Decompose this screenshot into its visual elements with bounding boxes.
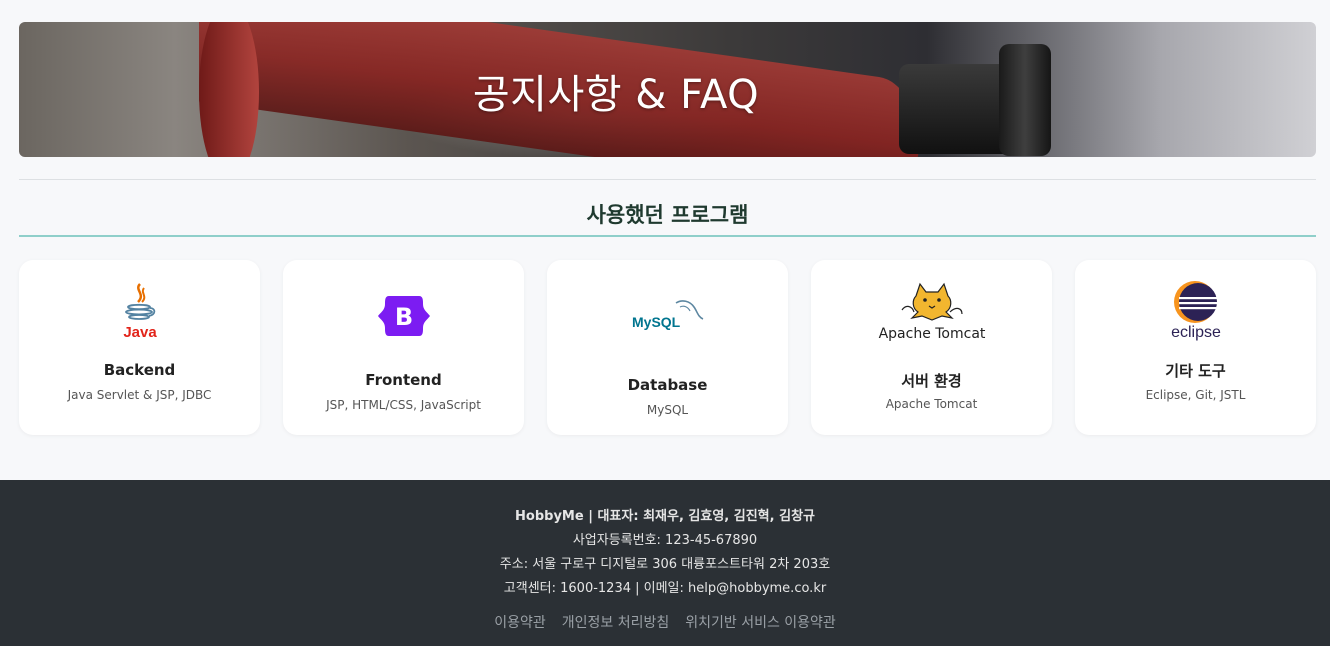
footer-biz-number: 사업자등록번호: 123-45-67890: [572, 533, 758, 548]
card-frontend: B Frontend JSP, HTML/CSS, JavaScript: [283, 260, 524, 435]
svg-text:eclipse: eclipse: [1171, 324, 1221, 341]
section-title: 사용했던 프로그램: [19, 199, 1316, 237]
card-description: MySQL: [646, 403, 689, 417]
privacy-policy-link[interactable]: 개인정보 처리방침: [562, 612, 670, 632]
card-description: JSP, HTML/CSS, JavaScript: [326, 398, 481, 412]
card-database: MySQL Database MySQL: [547, 260, 788, 435]
svg-text:B: B: [394, 303, 412, 331]
java-icon: Java: [19, 280, 260, 342]
divider: [19, 179, 1316, 180]
footer-links: 이용약관 개인정보 처리방침 위치기반 서비스 이용약관: [0, 612, 1330, 632]
banner-title: 공지사항 & FAQ: [472, 72, 760, 118]
svg-text:Java: Java: [123, 324, 157, 341]
footer-company: HobbyMe | 대표자: 최재우, 김효영, 김진혁, 김창규: [515, 509, 815, 524]
banner-nozzle-tip: [999, 44, 1051, 156]
card-title: Database: [627, 376, 708, 394]
card-title: 기타 도구: [1165, 362, 1226, 380]
card-backend: Java Backend Java Servlet & JSP, JDBC: [19, 260, 260, 435]
mysql-icon: MySQL: [547, 297, 788, 333]
footer-address: 주소: 서울 구로구 디지털로 306 대륭포스트타워 2차 203호: [499, 557, 831, 572]
svg-text:Apache Tomcat: Apache Tomcat: [878, 326, 985, 342]
card-title: 서버 환경: [901, 372, 962, 390]
terms-link[interactable]: 이용약관: [494, 612, 546, 632]
card-server: Apache Tomcat 서버 환경 Apache Tomcat: [811, 260, 1052, 435]
location-terms-link[interactable]: 위치기반 서비스 이용약관: [685, 612, 836, 632]
banner-horn-bell: [199, 22, 259, 157]
program-cards: Java Backend Java Servlet & JSP, JDBC B …: [19, 260, 1316, 435]
card-description: Apache Tomcat: [885, 397, 978, 411]
card-description: Java Servlet & JSP, JDBC: [67, 388, 212, 402]
card-title: Frontend: [365, 371, 442, 389]
hero-banner: 공지사항 & FAQ: [19, 22, 1316, 157]
eclipse-icon: eclipse: [1075, 280, 1316, 342]
card-title: Backend: [103, 361, 176, 379]
card-description: Eclipse, Git, JSTL: [1145, 388, 1246, 402]
bootstrap-icon: B: [283, 294, 524, 338]
footer-contact: 고객센터: 1600-1234 | 이메일: help@hobbyme.co.k…: [503, 581, 827, 596]
svg-text:MySQL: MySQL: [632, 314, 681, 330]
tomcat-icon: Apache Tomcat: [811, 280, 1052, 344]
card-tools: eclipse 기타 도구 Eclipse, Git, JSTL: [1075, 260, 1316, 435]
footer: HobbyMe | 대표자: 최재우, 김효영, 김진혁, 김창규 사업자등록번…: [0, 480, 1330, 646]
